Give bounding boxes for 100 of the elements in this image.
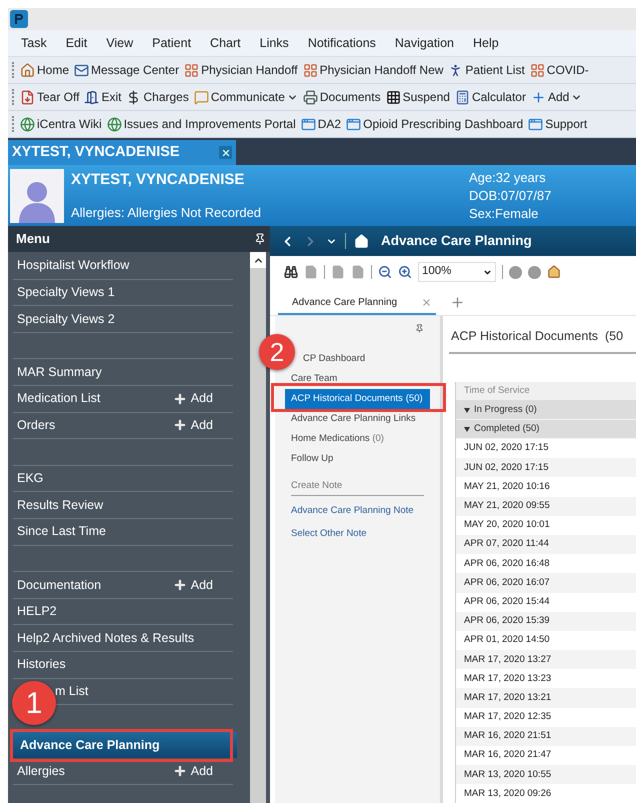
dob-text: DOB:07/07/87 — [469, 186, 552, 204]
menu-item[interactable]: Orders Add — [13, 412, 233, 440]
table-cell: MAR 13, 2020 10:55 — [456, 765, 636, 784]
sex-text: Sex:Female — [469, 204, 540, 222]
toolbar-button[interactable]: Message Center — [74, 61, 180, 79]
calculator-icon — [454, 90, 470, 104]
menu-item[interactable]: Links — [260, 34, 289, 52]
toolbar-button[interactable]: Physician Handoff — [184, 61, 298, 79]
toolbar-button[interactable]: Communicate — [194, 88, 298, 106]
mail-icon — [74, 62, 90, 78]
pin-icon[interactable] — [415, 324, 424, 333]
house-icon — [20, 62, 35, 78]
menu-item[interactable]: Documentation Add — [13, 572, 233, 599]
note-link[interactable]: Advance Care Planning Note — [291, 504, 424, 518]
toolbar-button[interactable]: Calculator — [454, 88, 526, 106]
window-icon — [528, 116, 544, 132]
plus-icon — [172, 578, 187, 592]
toolbar-button[interactable]: Physician Handoff New — [302, 61, 444, 79]
menu-item[interactable]: Edit — [66, 34, 88, 52]
menu-item[interactable]: Specialty Views 2 — [13, 306, 233, 333]
grip-icon — [12, 116, 15, 132]
menu-item[interactable]: Help — [472, 34, 499, 52]
toolbar-button[interactable]: Add — [530, 88, 582, 106]
grid-icon — [530, 62, 545, 78]
menu-item[interactable]: MAR Summary — [13, 359, 233, 386]
nav-item[interactable]: Advance Care Planning Links — [291, 412, 416, 426]
menu-item[interactable]: Navigation — [394, 34, 454, 52]
table-cell: MAR 16, 2020 21:51 — [456, 726, 636, 746]
zoom-in-icon[interactable] — [398, 265, 412, 279]
menu-item[interactable]: HELP2 — [13, 598, 233, 626]
toolbar-button[interactable]: Charges — [126, 88, 189, 106]
toolbar-button[interactable]: COVID- — [530, 61, 589, 79]
menu-item[interactable]: EKG — [13, 466, 233, 492]
nav-item[interactable]: Home Medications (0) — [291, 432, 384, 446]
menu-item[interactable]: Medication List Add — [13, 386, 233, 413]
toolbar-button[interactable]: Patient List — [448, 61, 525, 79]
toolbar-button[interactable]: iCentra Wiki — [20, 115, 102, 133]
nav-item[interactable]: Care Team — [291, 372, 338, 386]
grid-icon — [302, 62, 318, 78]
message-icon — [194, 90, 209, 104]
menu-item[interactable]: Chart — [210, 34, 241, 52]
grid-icon — [184, 62, 200, 78]
toolbar-button[interactable]: DA2 — [300, 115, 342, 133]
toolbar-button[interactable]: Opioid Prescribing Dashboard — [346, 115, 524, 133]
nav-item[interactable]: Follow Up — [291, 452, 334, 466]
house-icon[interactable] — [547, 265, 561, 279]
toolbar-button[interactable]: Suspend — [386, 88, 450, 106]
grip-icon — [12, 62, 15, 78]
patient-tab[interactable]: XYTEST, VYNCADENISE — [8, 140, 236, 165]
group-row[interactable]: Completed (50) — [456, 420, 636, 439]
menu-item[interactable]: Since Last Time — [13, 518, 233, 546]
toolbar-button[interactable]: Exit — [84, 88, 122, 106]
binoculars-icon[interactable] — [284, 265, 298, 279]
caret-icon — [483, 268, 492, 276]
nav-item[interactable]: CP Dashboard — [303, 352, 366, 366]
menu-item[interactable]: Allergies Add — [13, 758, 233, 785]
zoom-select[interactable]: 100% — [418, 262, 496, 282]
toolbar-button[interactable]: Documents — [302, 88, 381, 106]
section-heading: ACP Historical Documents (50 — [451, 329, 624, 343]
globe-icon — [106, 116, 122, 132]
menu-item[interactable]: Results Review — [13, 492, 233, 519]
menu-item[interactable]: Histories — [13, 652, 233, 678]
close-button[interactable] — [219, 146, 232, 159]
globe-icon — [20, 116, 35, 132]
toolbar-button[interactable]: Home — [20, 61, 70, 79]
home-icon[interactable] — [354, 234, 369, 248]
triangle-icon — [464, 408, 470, 412]
menu-item[interactable]: m List — [55, 682, 88, 701]
note-link[interactable]: Select Other Note — [291, 526, 424, 541]
allergies-text: Allergies: Allergies Not Recorded — [71, 204, 262, 222]
scroll-up-button[interactable] — [250, 252, 266, 268]
patient-name: XYTEST, VYNCADENISE — [71, 170, 246, 190]
add-tab-icon[interactable] — [450, 295, 465, 310]
document-down-icon — [20, 90, 35, 104]
plus-icon — [530, 90, 546, 104]
patient-avatar — [10, 168, 64, 222]
menu-item[interactable]: Help2 Archived Notes & Results — [13, 625, 233, 652]
age-text: Age:32 years — [469, 168, 547, 186]
toolbar-button[interactable]: Support — [528, 115, 588, 133]
nav-item[interactable]: ACP Historical Documents (50) — [285, 389, 430, 409]
toolbar-button[interactable]: Issues and Improvements Portal — [106, 115, 296, 133]
group-row[interactable]: In Progress (0) — [456, 401, 636, 420]
menu-item[interactable]: Notifications — [308, 34, 376, 52]
table-cell: MAR 17, 2020 13:21 — [456, 688, 636, 708]
menu-item[interactable]: Specialty Views 1 — [13, 280, 233, 306]
printer-icon — [302, 90, 318, 104]
menu-item[interactable]: Advance Care Planning — [13, 732, 237, 758]
pin-icon[interactable] — [254, 233, 266, 245]
menu-item[interactable]: View — [106, 34, 134, 52]
menu-item[interactable]: Patient — [152, 34, 192, 52]
menu-title: Menu — [15, 230, 50, 248]
toolbar-button[interactable]: Tear Off — [20, 88, 80, 106]
zoom-out-icon[interactable] — [378, 265, 392, 279]
menu-item[interactable]: Hospitalist Workflow — [13, 253, 233, 280]
scrollbar[interactable] — [250, 252, 266, 803]
table-cell: APR 06, 2020 15:39 — [456, 612, 636, 631]
close-icon[interactable] — [421, 296, 432, 308]
table-cell: JUN 02, 2020 17:15 — [456, 458, 636, 478]
section-label: Create Note — [291, 479, 424, 496]
menu-item[interactable]: Task — [21, 34, 47, 52]
